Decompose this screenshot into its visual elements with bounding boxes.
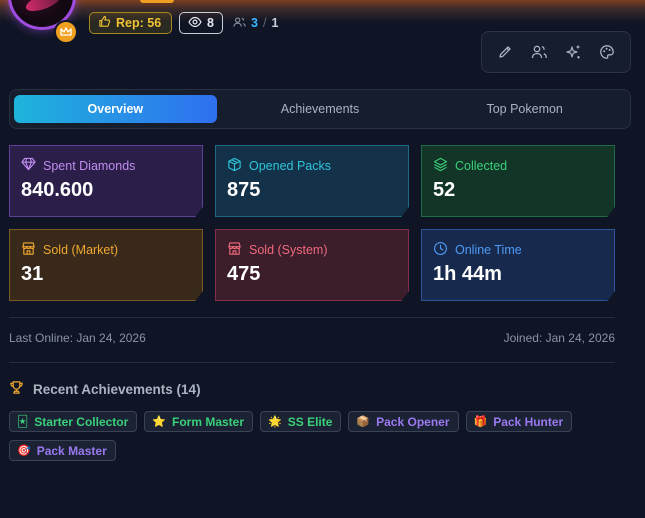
last-online: Last Online: Jan 24, 2026 — [9, 331, 146, 345]
sparkles-icon[interactable] — [561, 40, 585, 64]
stat-label: Sold (Market) — [43, 243, 119, 257]
stat-label: Sold (System) — [249, 243, 328, 257]
stat-card-sold-market: Sold (Market) 31 — [9, 229, 203, 301]
views-count: 8 — [207, 16, 214, 30]
sparkle-star-icon: 🌟 — [268, 415, 282, 428]
pencil-icon[interactable] — [493, 40, 517, 64]
recent-achievements-heading: Recent Achievements (14) — [9, 380, 201, 398]
divider — [9, 362, 615, 363]
achievement-label: Pack Hunter — [493, 414, 564, 429]
profile-toolbar — [481, 31, 631, 73]
achievement-label: SS Elite — [287, 414, 333, 429]
store-icon — [21, 241, 36, 259]
views-badge: 8 — [179, 12, 223, 34]
joined-date: Joined: Jan 24, 2026 — [503, 331, 615, 345]
box-icon — [227, 157, 242, 175]
reputation-label: Rep: 56 — [116, 16, 162, 30]
stat-value: 840.600 — [21, 179, 94, 201]
banner-accent — [140, 0, 174, 3]
eye-icon — [188, 16, 202, 31]
diamond-icon — [21, 157, 36, 174]
tab-overview[interactable]: Overview — [14, 95, 217, 123]
clock-icon — [433, 241, 448, 259]
achievement-badge[interactable]: 🌟 SS Elite — [260, 411, 342, 432]
achievement-list: 🃏 Starter Collector ⭐ Form Master 🌟 SS E… — [9, 411, 629, 461]
stat-label: Spent Diamonds — [43, 158, 136, 173]
achievement-badge[interactable]: ⭐ Form Master — [144, 411, 254, 432]
layers-icon — [433, 157, 448, 175]
tab-achievements[interactable]: Achievements — [219, 95, 422, 123]
stat-value: 1h 44m — [433, 263, 502, 285]
friends-online: 3 — [251, 16, 258, 30]
achievement-badge[interactable]: 🃏 Starter Collector — [9, 411, 138, 432]
stat-value: 875 — [227, 179, 261, 201]
stat-label: Collected — [455, 159, 508, 173]
palette-icon[interactable] — [595, 40, 619, 64]
profile-tabs: Overview Achievements Top Pokemon — [9, 89, 631, 129]
package-icon: 📦 — [356, 415, 371, 428]
friends-total: 1 — [271, 16, 279, 30]
gift-icon: 🎁 — [473, 415, 488, 428]
tab-top-pokemon[interactable]: Top Pokemon — [423, 95, 626, 123]
achievement-label: Pack Opener — [376, 414, 450, 429]
stat-card-opened-packs: Opened Packs 875 — [215, 145, 409, 217]
cards-icon: 🃏 — [17, 415, 29, 428]
friends-separator: / — [262, 16, 267, 30]
stat-label: Online Time — [455, 243, 522, 257]
store-icon — [227, 241, 242, 259]
thumbs-up-icon — [98, 15, 111, 31]
stat-card-spent-diamonds: Spent Diamonds 840.600 — [9, 145, 203, 217]
crown-icon — [54, 20, 78, 44]
stat-value: 475 — [227, 263, 261, 285]
stat-label: Opened Packs — [249, 159, 331, 173]
target-icon: 🎯 — [17, 444, 31, 457]
achievements-title: Recent Achievements (14) — [33, 381, 201, 397]
achievement-badge[interactable]: 📦 Pack Opener — [348, 411, 459, 432]
achievement-badge[interactable]: 🎁 Pack Hunter — [465, 411, 573, 432]
achievement-badge[interactable]: 🎯 Pack Master — [9, 440, 116, 461]
stat-value: 52 — [433, 179, 456, 201]
stat-card-collected: Collected 52 — [421, 145, 615, 217]
achievement-label: Form Master — [172, 414, 245, 429]
stat-value: 31 — [21, 263, 44, 285]
friends-count[interactable]: 3 / 1 — [233, 12, 278, 34]
avatar-art — [23, 0, 63, 15]
stat-card-online-time: Online Time 1h 44m — [421, 229, 615, 301]
stat-card-sold-system: Sold (System) 475 — [215, 229, 409, 301]
divider — [9, 317, 615, 318]
users-icon[interactable] — [527, 40, 551, 64]
achievement-label: Starter Collector — [34, 414, 129, 429]
achievement-label: Pack Master — [36, 443, 107, 458]
users-icon — [233, 16, 246, 31]
trophy-icon — [9, 380, 24, 398]
reputation-badge[interactable]: Rep: 56 — [89, 12, 173, 34]
star-icon: ⭐ — [152, 415, 166, 428]
